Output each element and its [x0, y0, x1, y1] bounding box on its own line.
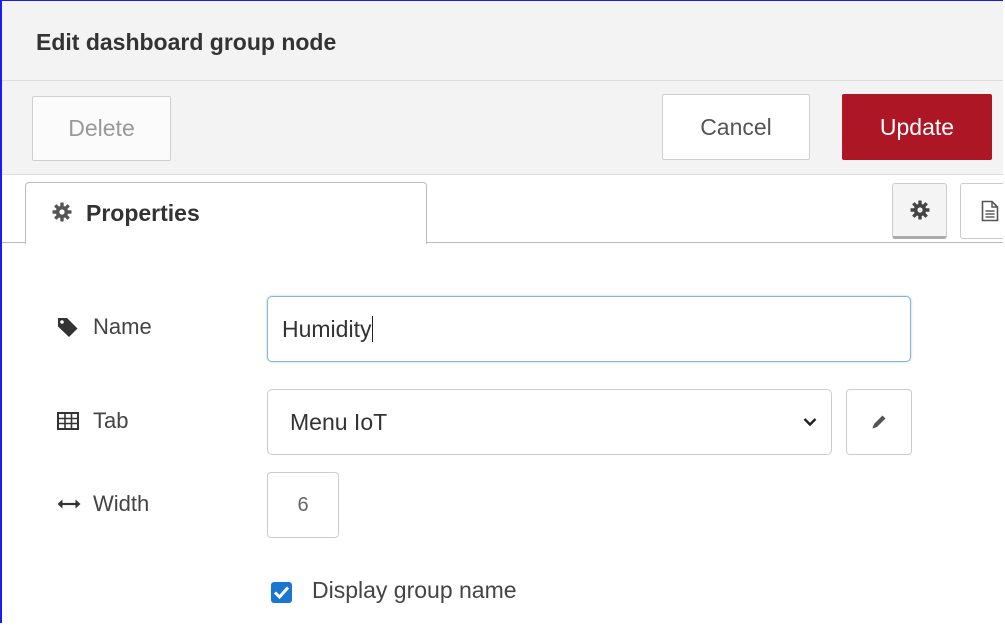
tab-properties[interactable]: Properties: [25, 182, 427, 244]
edit-tab-button[interactable]: [846, 389, 912, 455]
cancel-button[interactable]: Cancel: [662, 94, 810, 160]
width-label-text: Width: [93, 491, 150, 516]
description-tab-button[interactable]: [960, 183, 1003, 239]
arrows-horizontal-icon: [57, 499, 81, 509]
display-group-name-checkbox[interactable]: [271, 582, 292, 603]
text-caret: [372, 315, 374, 342]
dialog-title: Edit dashboard group node: [36, 29, 337, 55]
tab-select[interactable]: Menu IoT: [267, 389, 832, 455]
chevron-down-icon: [803, 418, 817, 427]
tab-select-value: Menu IoT: [290, 409, 388, 435]
pencil-icon: [872, 415, 886, 429]
name-label: Name: [57, 314, 152, 340]
display-group-name-label: Display group name: [312, 577, 517, 603]
name-input-value: Humidity: [282, 316, 372, 342]
checkmark-icon: [273, 586, 290, 600]
gear-icon: [52, 202, 72, 227]
width-size-button[interactable]: 6: [267, 472, 339, 538]
dialog-toolbar: Delete Cancel Update: [2, 81, 1003, 175]
name-label-text: Name: [93, 314, 152, 339]
tab-label-text: Tab: [93, 408, 129, 433]
node-properties-tab-button[interactable]: [892, 183, 947, 239]
edit-dialog: Edit dashboard group node Delete Cancel …: [0, 0, 1003, 623]
tag-icon: [58, 318, 78, 337]
table-icon: [57, 412, 79, 430]
name-input[interactable]: Humidity: [267, 296, 911, 362]
delete-button[interactable]: Delete: [32, 96, 171, 161]
tab-label: Tab: [57, 408, 128, 434]
dialog-titlebar: Edit dashboard group node: [2, 1, 1003, 81]
tab-properties-label: Properties: [86, 200, 200, 226]
width-label: Width: [57, 491, 149, 517]
update-button[interactable]: Update: [842, 94, 992, 160]
